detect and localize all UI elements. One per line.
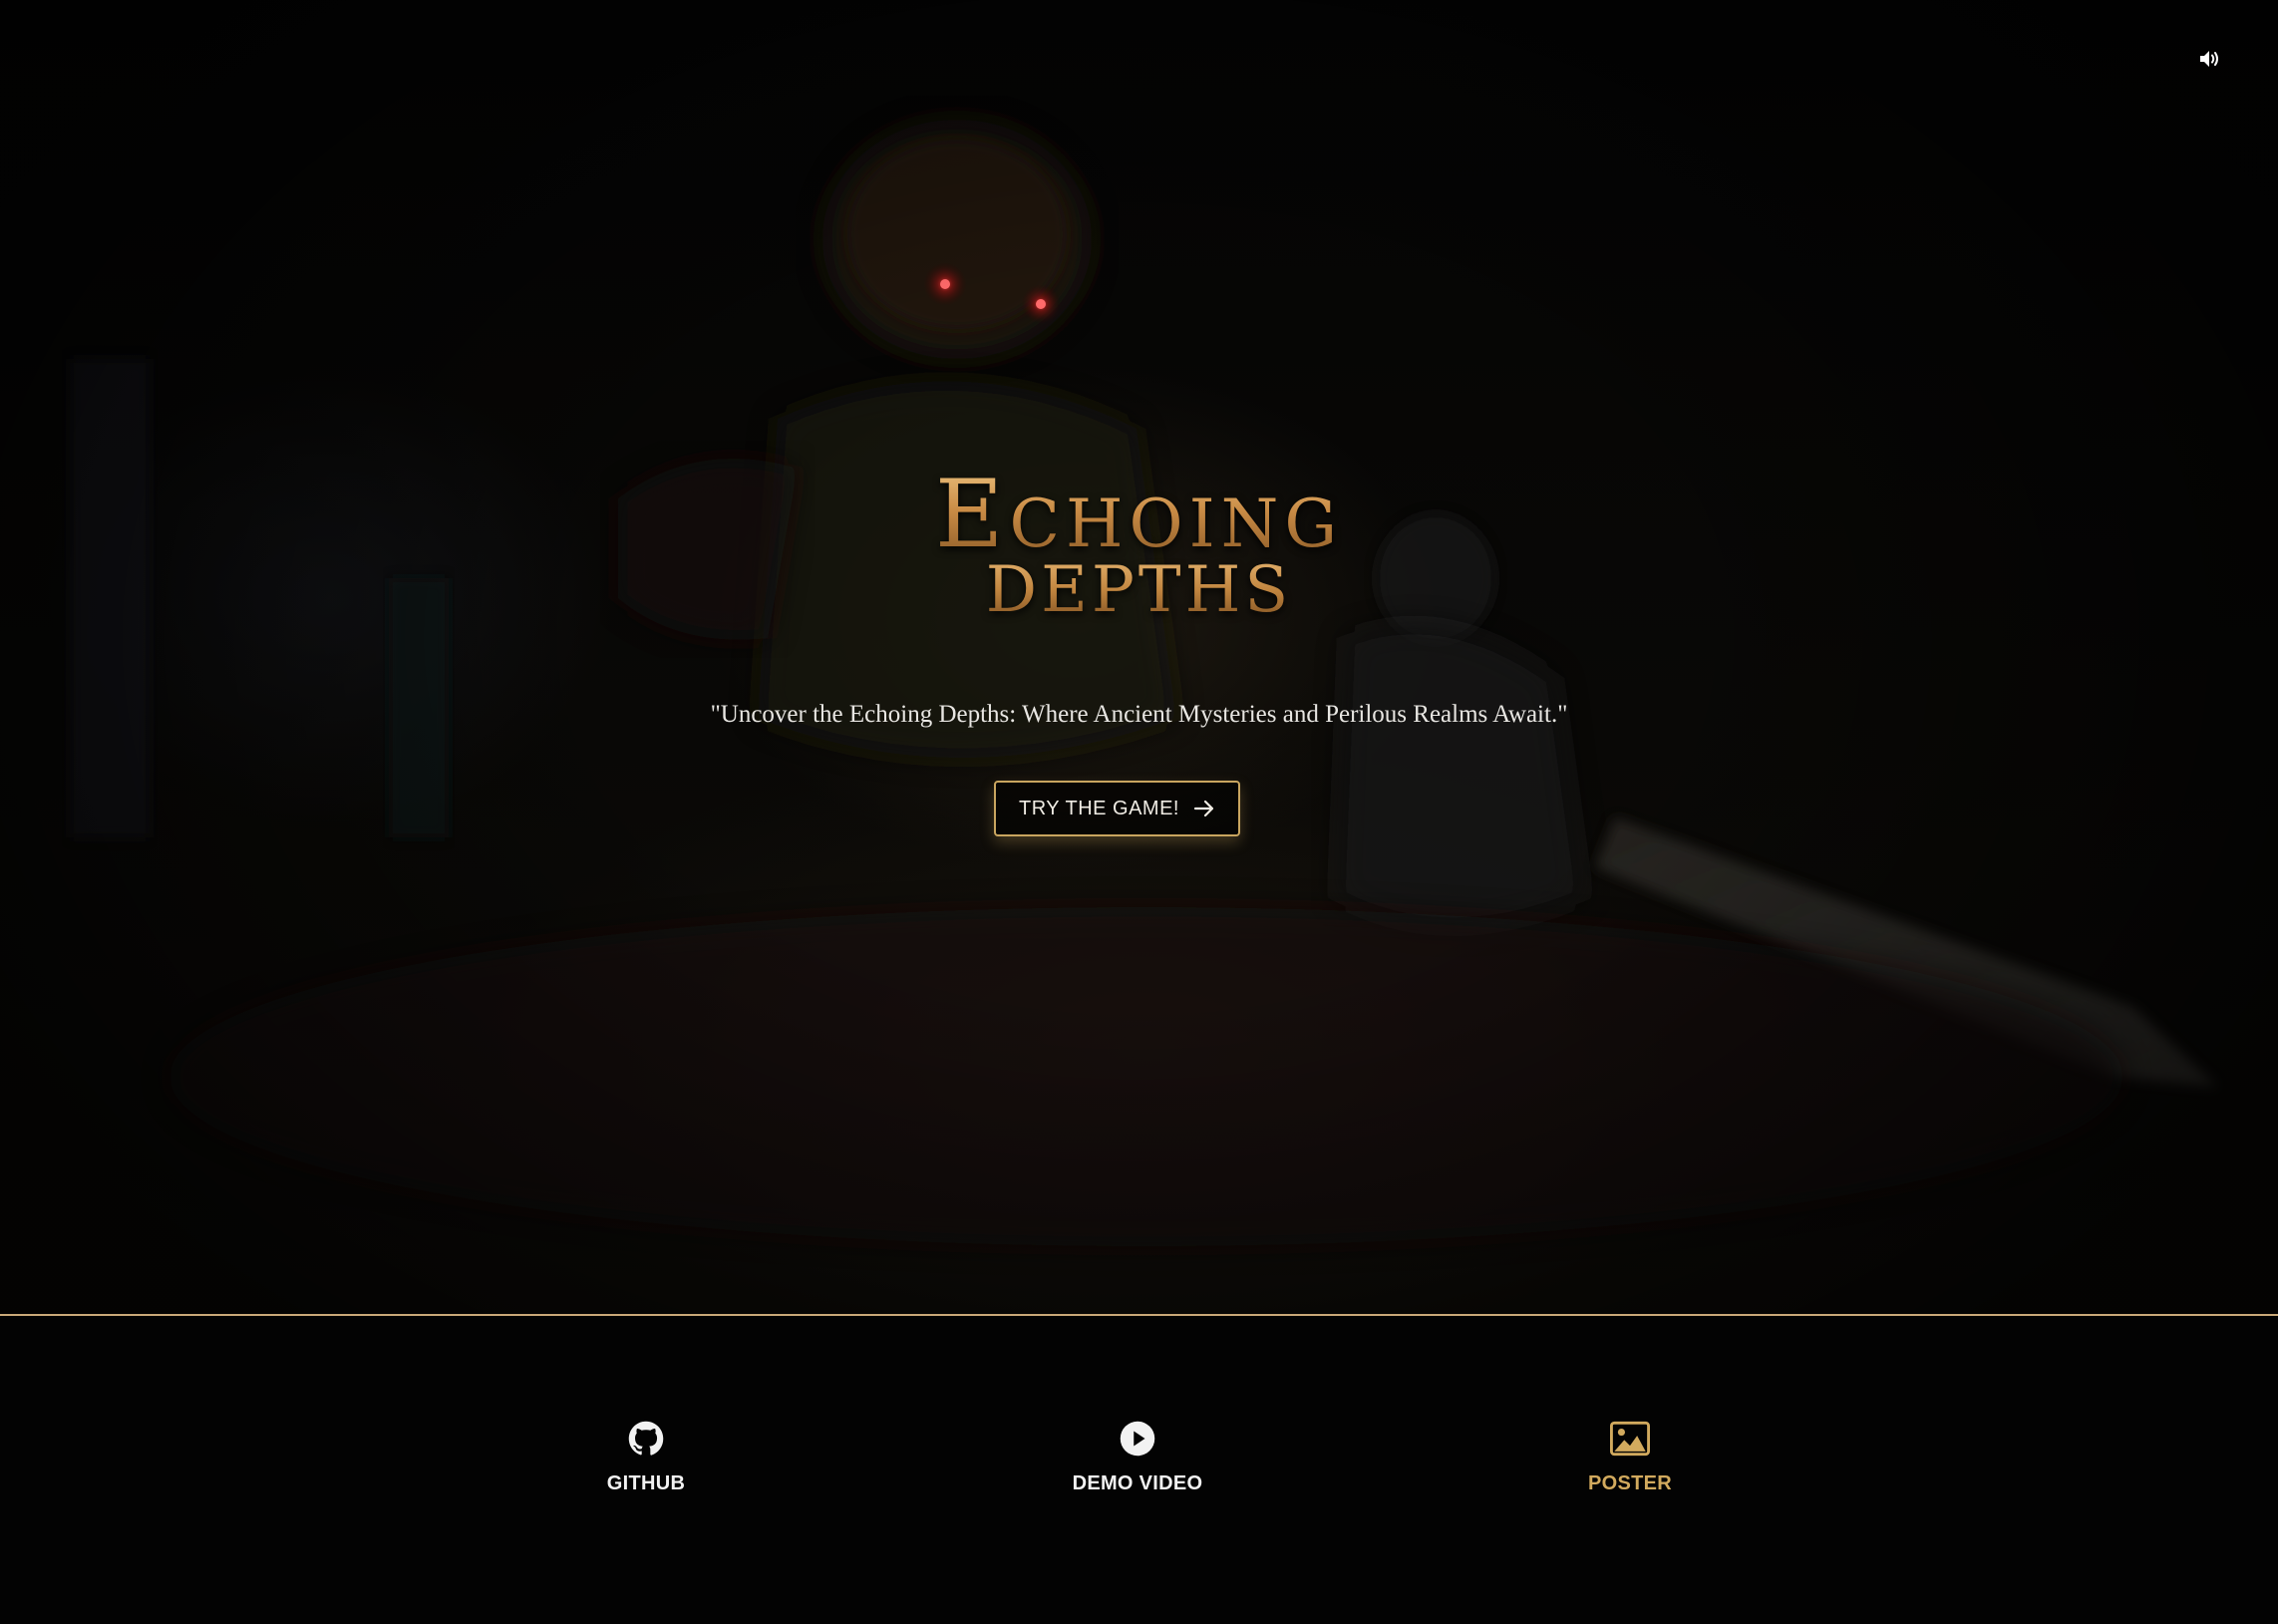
hero-section: Echoing DEPTHS "Uncover the Echoing Dept… [0,0,2278,1314]
game-logo: Echoing DEPTHS [0,469,2278,623]
image-icon [1610,1419,1650,1459]
try-the-game-button[interactable]: TRY THE GAME! [994,781,1240,836]
github-label: GITHUB [606,1472,686,1494]
try-the-game-label: TRY THE GAME! [1019,797,1179,819]
arrow-right-icon [1193,800,1214,817]
logo-subtitle: DEPTHS [0,558,2278,622]
hero-background-art [70,120,2218,1246]
play-circle-icon [1118,1419,1157,1459]
speaker-volume-icon [2200,51,2218,67]
demo-video-label: DEMO VIDEO [1072,1472,1203,1494]
poster-link[interactable]: POSTER [1520,1419,1740,1495]
page: Echoing DEPTHS "Uncover the Echoing Dept… [0,0,2278,1624]
poster-label: POSTER [1587,1472,1673,1494]
demo-video-link[interactable]: DEMO VIDEO [1028,1419,1247,1495]
github-link[interactable]: GITHUB [536,1419,756,1495]
logo-title: Echoing [0,469,2278,562]
sound-toggle-button[interactable] [2193,44,2227,74]
github-icon [626,1419,666,1459]
footer-links: GITHUB DEMO VIDEO POSTER [0,1316,2278,1624]
hero-tagline: "Uncover the Echoing Depths: Where Ancie… [710,701,1568,728]
